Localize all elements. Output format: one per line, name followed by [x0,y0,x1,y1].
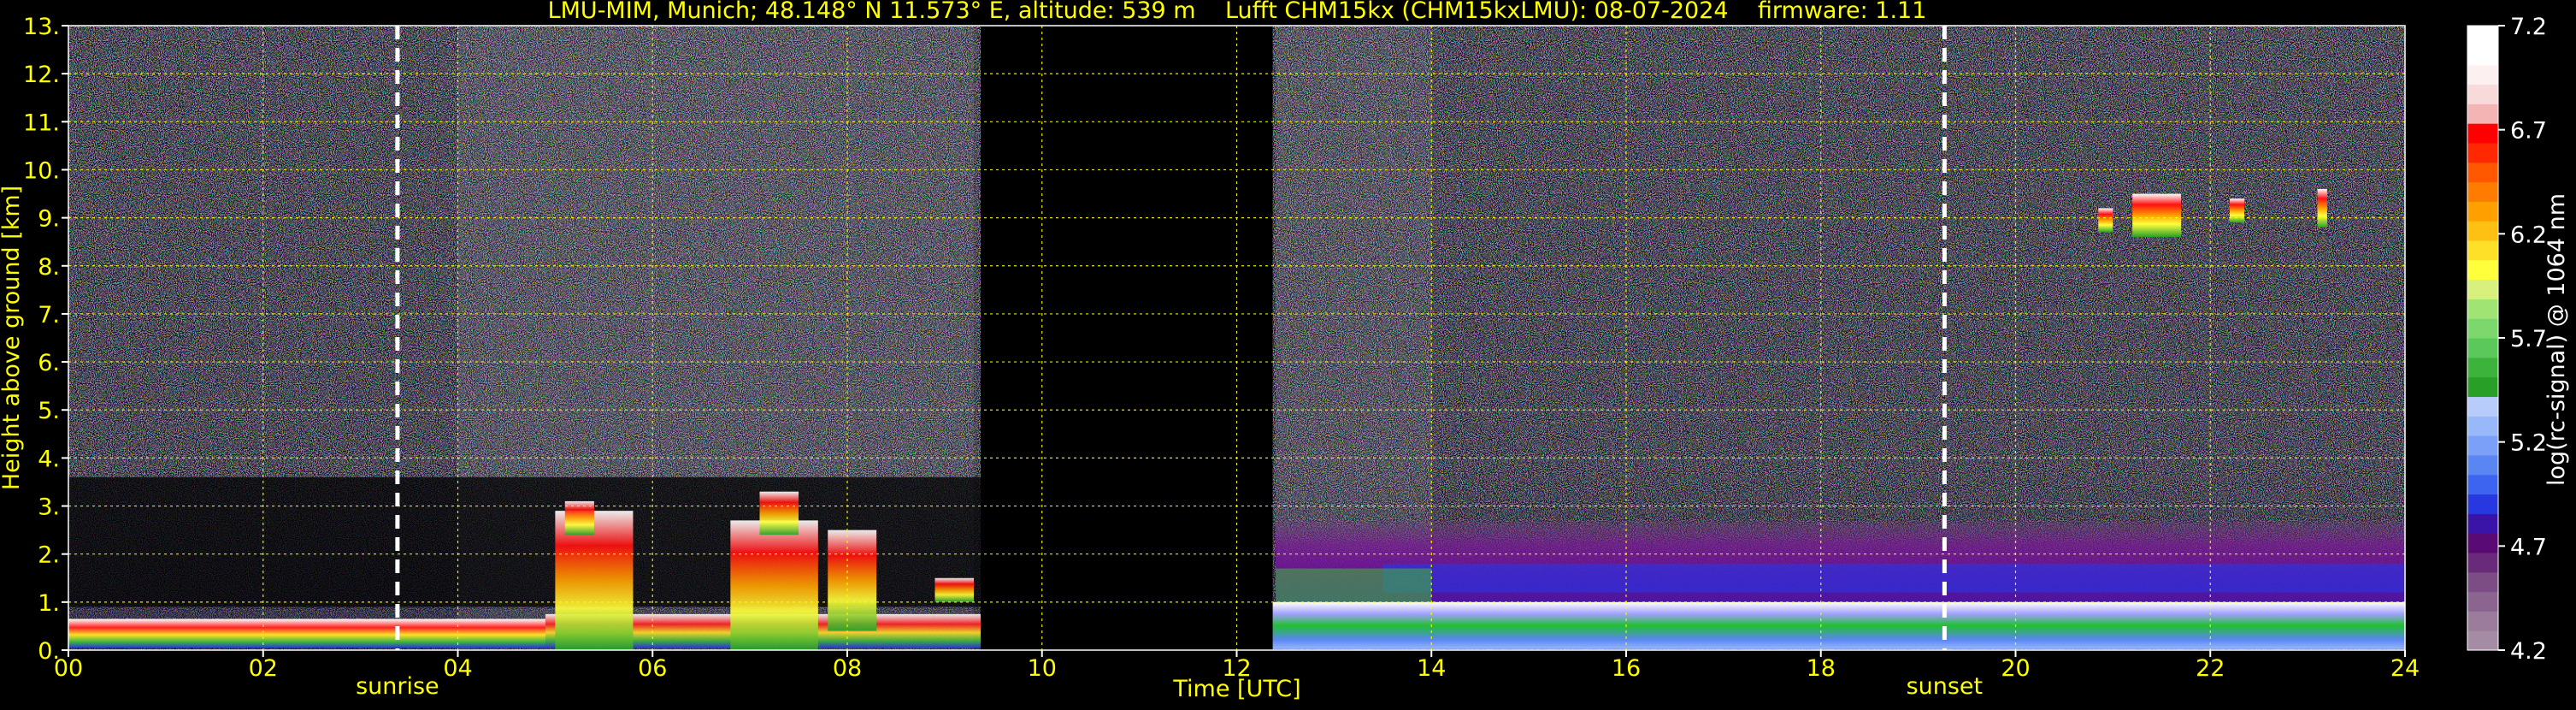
y-tick-label: 10. [23,157,60,184]
colorbar: 4.2 4.7 5.2 5.7 6.2 6.7 7.2 log(rc-signal) @ 1… [2467,14,2570,665]
y-tick-label: 11. [23,109,60,136]
colorbar-segment [2467,513,2498,534]
colorbar-tick-label: 4.7 [2510,534,2547,560]
y-tick-label: 1. [38,590,60,617]
colorbar-segment [2467,533,2498,553]
colorbar-segment [2467,259,2498,281]
y-tick-label: 5. [38,398,60,424]
colorbar-segment [2467,552,2498,573]
x-tick-label: 14 [1417,655,1446,682]
cirrus-cloud [2132,193,2182,238]
colorbar-segment [2467,123,2498,144]
colorbar-tick-label: 5.2 [2510,430,2547,457]
colorbar-segment [2467,44,2498,66]
cloud [759,491,799,535]
x-tick-label: 16 [1612,655,1641,682]
x-tick-label: 22 [2196,655,2225,682]
colorbar-ticks: 4.2 4.7 5.2 5.7 6.2 6.7 7.2 [2498,14,2547,665]
colorbar-segments [2467,25,2499,651]
colorbar-segment [2467,494,2498,514]
colorbar-segment [2467,162,2498,183]
colorbar-segment [2467,104,2498,124]
boundary-layer [1272,601,2405,649]
y-tick-label: 9. [38,206,60,233]
colorbar-segment [2467,279,2498,299]
x-tick-label: 18 [1807,655,1836,682]
cloud [828,530,877,631]
colorbar-segment [2467,26,2498,46]
colorbar-segment [2467,181,2498,202]
colorbar-tick-label: 6.7 [2510,118,2547,145]
x-axis-label: Time [UTC] [1172,676,1300,702]
colorbar-segment [2467,240,2498,261]
colorbar-segment [2467,318,2498,339]
y-tick-label: 6. [38,350,60,376]
cirrus-cloud [2230,198,2245,223]
colorbar-tick-label: 6.2 [2510,222,2547,248]
colorbar-segment [2467,64,2498,86]
y-tick-label: 12. [23,62,60,88]
colorbar-segment [2467,221,2498,241]
plot-area: sunrise sunset [68,25,2406,700]
x-tick-label: 08 [833,655,862,682]
colorbar-segment [2467,591,2498,612]
y-tick-label: 13. [23,14,60,40]
x-tick-label: 10 [1028,655,1057,682]
chart-svg: sunrise sunset 0.1.2.3.4.5.6.7.8.9.10.11.… [0,0,2570,702]
colorbar-segment [2467,474,2498,495]
y-tick-label: 7. [38,302,60,328]
colorbar-tick-label: 4.2 [2510,638,2547,665]
colorbar-segment [2467,376,2498,398]
boundary-layer [68,618,545,648]
x-tick-label: 06 [638,655,667,682]
colorbar-segment [2467,416,2498,436]
sunset-label: sunset [1907,673,1984,700]
colorbar-segment [2467,142,2498,163]
cirrus-cloud [2317,188,2327,228]
colorbar-label: log(rc-signal) @ 1064 nm [2544,193,2570,486]
colorbar-segment [2467,338,2498,358]
y-axis-label: Height above ground [km] [0,186,25,490]
y-tick-label: 8. [38,254,60,281]
x-tick-label: 00 [54,655,83,682]
chart-title: LMU-MIM, Munich; 48.148° N 11.573° E, al… [548,0,1927,24]
colorbar-segment [2467,201,2498,222]
y-tick-label: 2. [38,542,60,569]
x-tick-label: 04 [443,655,472,682]
x-tick-label: 02 [249,655,278,682]
colorbar-tick-label: 5.7 [2510,326,2547,352]
colorbar-segment [2467,299,2498,319]
colorbar-segment [2467,435,2498,456]
y-tick-label: 3. [38,494,60,521]
colorbar-segment [2467,84,2498,104]
x-tick-label: 24 [2390,655,2420,682]
aerosol-layer [1382,563,2405,593]
ceilometer-plot: sunrise sunset 0. 1. 2. 3. 4. 5. 6. 7. 8. 9. 10. 11.… [0,0,2576,707]
x-tick-label: 20 [2001,655,2030,682]
colorbar-segment [2467,571,2498,593]
colorbar-segment [2467,611,2498,631]
colorbar-segment [2467,357,2498,378]
colorbar-segment [2467,630,2498,651]
cirrus-cloud [2098,208,2113,233]
no-data-region [981,26,1273,650]
cloud [934,577,975,602]
colorbar-tick-label: 7.2 [2510,14,2547,40]
aerosol-layer [1276,568,1432,602]
colorbar-segment [2467,396,2498,417]
y-tick-label: 4. [38,446,60,472]
cloud [730,520,818,650]
sunrise-label: sunrise [356,673,439,700]
colorbar-segment [2467,454,2498,476]
y-axis: 0.1.2.3.4.5.6.7.8.9.10.11.12.13. [23,14,68,665]
